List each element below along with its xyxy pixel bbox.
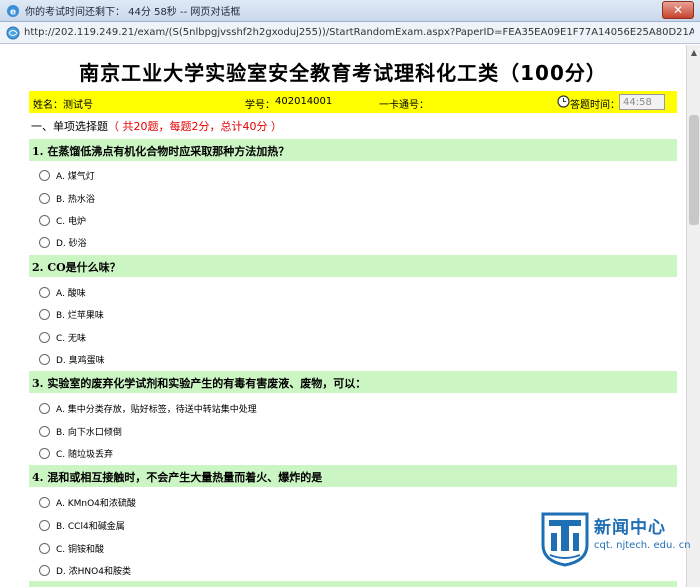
option-label: A. 酸味 [56,288,86,299]
question-3-option-a[interactable]: A. 集中分类存放，贴好标签，待送中转站集中处理 [39,401,257,415]
news-center-watermark: 新闻中心 cqt. njtech. edu. cn [540,511,691,567]
scroll-up-arrow-icon[interactable]: ▲ [687,45,700,59]
radio-button[interactable] [39,308,50,320]
page-title: 南京工业大学实验室安全教育考试理科化工类（100分） [79,61,607,85]
question-2-option-b[interactable]: B. 烂苹果味 [39,307,104,321]
question-1-option-d[interactable]: D. 砂浴 [39,235,87,249]
radio-button[interactable] [39,542,50,554]
option-label: A. KMnO4和浓硫酸 [56,498,136,509]
time-remaining-field [619,94,665,110]
time-label: 答题时间： [570,100,620,111]
question-4-header: 4. 混和或相互接触时，不会产生大量热量而着火、爆炸的是 [29,465,677,487]
option-label: B. 热水浴 [56,194,95,205]
question-4-option-a[interactable]: A. KMnO4和浓硫酸 [39,495,136,509]
option-label: A. 煤气灯 [56,171,95,182]
option-label: C. 随垃圾丢弃 [56,449,114,460]
question-2-option-c[interactable]: C. 无味 [39,330,86,344]
address-bar: http://202.119.249.21/exam/(S(5nlbpgjvss… [0,22,700,44]
window-title-bar: e 你的考试时间还剩下： 44分 58秒 -- 网页对话框 ✕ [0,0,700,22]
option-label: B. 烂苹果味 [56,310,104,321]
watermark-title: 新闻中心 [594,518,666,538]
question-5-header-partial [29,581,677,587]
radio-button[interactable] [39,519,50,531]
university-seal-icon [541,512,589,567]
radio-button[interactable] [39,286,50,298]
radio-button[interactable] [39,425,50,437]
card-number-label: 一卡通号： [379,100,429,111]
scrollbar-thumb[interactable] [689,115,699,225]
question-4-option-c[interactable]: C. 铜铵和酸 [39,541,104,555]
radio-button[interactable] [39,331,50,343]
option-label: D. 砂浴 [56,238,87,249]
radio-button[interactable] [39,236,50,248]
radio-button[interactable] [39,496,50,508]
radio-button[interactable] [39,214,50,226]
vertical-scrollbar[interactable]: ▲ [686,45,700,587]
clock-icon [557,95,570,108]
question-3-option-b[interactable]: B. 向下水口倾倒 [39,424,122,438]
section-title: 一、单项选择题 [31,120,108,133]
radio-button[interactable] [39,564,50,576]
exam-content: 南京工业大学实验室安全教育考试理科化工类（100分） 姓名： 测试号 学号： 4… [0,45,686,587]
close-button[interactable]: ✕ [662,1,694,19]
url-text[interactable]: http://202.119.249.21/exam/(S(5nlbpgjvss… [24,27,694,38]
option-label: C. 电炉 [56,216,87,227]
question-1-header: 1. 在蒸馏低沸点有机化合物时应采取那种方法加热？ [29,139,677,161]
window-title: 你的考试时间还剩下： 44分 58秒 -- 网页对话框 [25,7,241,18]
watermark-url: cqt. njtech. edu. cn [594,540,691,551]
name-value: 测试号 [63,100,93,111]
question-1-option-b[interactable]: B. 热水浴 [39,191,95,205]
option-label: C. 无味 [56,333,87,344]
radio-button[interactable] [39,169,50,181]
question-2-option-d[interactable]: D. 臭鸡蛋味 [39,352,105,366]
radio-button[interactable] [39,447,50,459]
question-1-option-a[interactable]: A. 煤气灯 [39,168,95,182]
radio-button[interactable] [39,192,50,204]
option-label: D. 浓HNO4和胺类 [56,566,131,577]
question-2-header: 2. CO是什么味？ [29,255,677,277]
name-label: 姓名： [33,100,63,111]
page-icon [6,26,20,39]
question-2-option-a[interactable]: A. 酸味 [39,285,86,299]
browser-icon: e [7,4,19,17]
question-4-option-d[interactable]: D. 浓HNO4和胺类 [39,563,131,577]
question-4-option-b[interactable]: B. CCl4和碱金属 [39,518,125,532]
option-label: C. 铜铵和酸 [56,544,105,555]
student-id-value: 402014001 [275,96,333,107]
option-label: B. 向下水口倾倒 [56,427,122,438]
svg-text:e: e [10,7,16,17]
student-info-bar: 姓名： 测试号 学号： 402014001 一卡通号： 答题时间： [29,91,677,113]
section-info: （ 共20题，每题2分，总计40分 ） [108,120,282,133]
question-3-header: 3. 实验室的废弃化学试剂和实验产生的有毒有害废液、废物，可以： [29,371,677,393]
section-heading: 一、单项选择题（ 共20题，每题2分，总计40分 ） [31,118,282,134]
option-label: D. 臭鸡蛋味 [56,355,105,366]
option-label: A. 集中分类存放，贴好标签，待送中转站集中处理 [56,404,257,415]
radio-button[interactable] [39,353,50,365]
question-1-option-c[interactable]: C. 电炉 [39,213,86,227]
question-3-option-c[interactable]: C. 随垃圾丢弃 [39,446,113,460]
student-id-label: 学号： [245,100,275,111]
option-label: B. CCl4和碱金属 [56,521,125,532]
radio-button[interactable] [39,402,50,414]
